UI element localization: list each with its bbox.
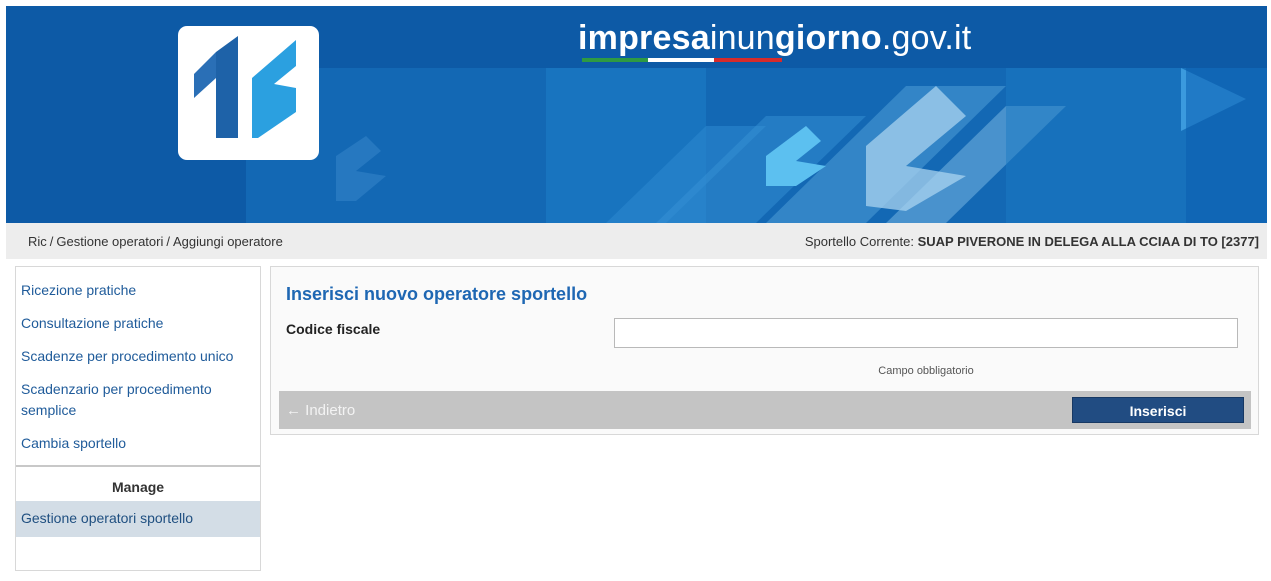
breadcrumb-separator: / bbox=[49, 234, 54, 249]
current-desk-label: Sportello Corrente: bbox=[804, 234, 914, 249]
sidebar-section-heading: Manage bbox=[111, 479, 165, 495]
back-link[interactable]: ← Indietro bbox=[286, 402, 355, 419]
site-title: impresainungiorno.gov.it bbox=[578, 16, 971, 60]
codice-fiscale-label: Codice fiscale bbox=[286, 321, 381, 337]
site-logo[interactable] bbox=[178, 26, 319, 160]
site-title-part: inun bbox=[709, 19, 775, 57]
current-desk: Sportello Corrente: SUAP PIVERONE IN DEL… bbox=[805, 234, 1259, 249]
sidebar-item-scadenze-procedimento-unico[interactable]: Scadenze per procedimento unico bbox=[16, 340, 260, 373]
sidebar-item-ricezione-pratiche[interactable]: Ricezione pratiche bbox=[16, 267, 260, 307]
form-title: Inserisci nuovo operatore sportello bbox=[286, 284, 588, 304]
site-title-part: giorno bbox=[774, 19, 882, 57]
sidebar: Ricezione pratiche Consultazione pratich… bbox=[15, 266, 261, 571]
breadcrumb-item-aggiungi-operatore: Aggiungi operatore bbox=[172, 234, 283, 249]
site-title-part: impresa bbox=[578, 19, 710, 57]
codice-fiscale-input[interactable] bbox=[614, 318, 1238, 348]
header-banner: impresainungiorno.gov.it bbox=[6, 6, 1267, 223]
sidebar-item-cambia-sportello[interactable]: Cambia sportello bbox=[16, 427, 260, 460]
breadcrumb: Ric / Gestione operatori / Aggiungi operator… bbox=[28, 234, 283, 249]
sidebar-item-consultazione-pratiche[interactable]: Consultazione pratiche bbox=[16, 307, 260, 340]
breadcrumb-item-gestione-operatori[interactable]: Gestione operatori bbox=[56, 234, 163, 249]
sidebar-item-scadenzario-procedimento-semplice[interactable]: Scadenzario per procedimento semplice bbox=[16, 373, 260, 427]
sidebar-item-gestione-operatori-sportello[interactable]: Gestione operatori sportello bbox=[16, 501, 260, 537]
insert-operator-form: Inserisci nuovo operatore sportello Codi… bbox=[270, 266, 1259, 435]
current-desk-value: SUAP PIVERONE IN DELEGA ALLA CCIAA DI TO… bbox=[917, 234, 1259, 249]
impresainungiorno-logo-icon bbox=[194, 36, 296, 138]
insert-button[interactable]: Inserisci bbox=[1072, 397, 1244, 423]
breadcrumb-bar: Ric / Gestione operatori / Aggiungi operator… bbox=[6, 223, 1267, 259]
form-action-bar: ← Indietro Inserisci bbox=[279, 391, 1251, 429]
breadcrumb-separator: / bbox=[166, 234, 170, 249]
breadcrumb-item-ric[interactable]: Ric bbox=[28, 234, 47, 249]
required-field-hint: Campo obbligatorio bbox=[878, 365, 974, 377]
italian-flag-underline bbox=[582, 58, 782, 62]
site-title-part: .gov.it bbox=[881, 19, 972, 57]
